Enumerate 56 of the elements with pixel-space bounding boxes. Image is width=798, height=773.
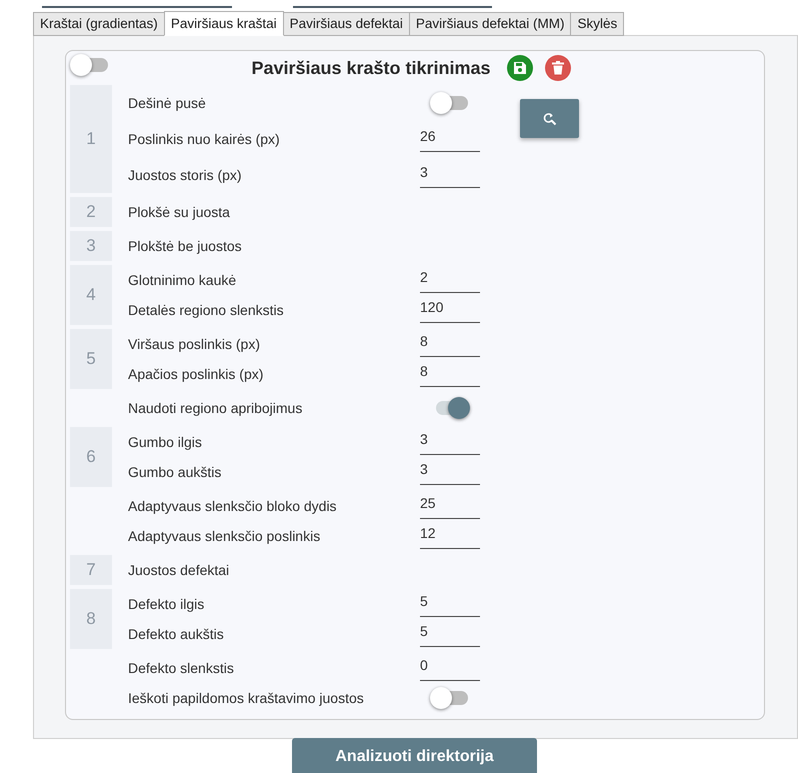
trash-icon xyxy=(552,61,564,75)
field-label: Plokštė be juostos xyxy=(128,236,243,256)
card-title: Paviršiaus krašto tikrinimas xyxy=(251,56,491,80)
search-refresh-icon xyxy=(542,112,556,126)
field-label: Adaptyvaus slenksčio bloko dydis xyxy=(128,496,338,516)
field-label: Defekto slenkstis xyxy=(128,658,235,678)
input-field[interactable]: 5 xyxy=(420,591,480,617)
toggle-switch[interactable] xyxy=(70,53,110,77)
analyze-directory-button[interactable]: Analizuoti direktorija xyxy=(292,738,537,773)
step-number: 4 xyxy=(70,265,112,325)
input-field[interactable]: 3 xyxy=(420,429,480,455)
toggle-switch[interactable] xyxy=(430,91,470,115)
step-number: 2 xyxy=(70,197,112,227)
tab[interactable]: Skylės xyxy=(570,12,624,36)
field-label: Glotninimo kaukė xyxy=(128,270,238,290)
toggle-switch[interactable] xyxy=(430,686,470,710)
field-label: Poslinkis nuo kairės (px) xyxy=(128,130,281,149)
field-label: Apačios poslinkis (px) xyxy=(128,364,264,384)
field-label: Dešinė pusė xyxy=(128,94,207,113)
input-field[interactable]: 2 xyxy=(420,267,480,293)
field-label: Plokšė su juosta xyxy=(128,202,231,222)
tab[interactable]: Paviršiaus defektai xyxy=(282,12,410,36)
field-label: Adaptyvaus slenksčio poslinkis xyxy=(128,526,322,546)
input-field[interactable]: 26 xyxy=(420,126,480,152)
input-field[interactable]: 8 xyxy=(420,361,480,387)
step-number: 7 xyxy=(70,555,112,585)
field-label: Defekto ilgis xyxy=(128,594,206,614)
step-number: 6 xyxy=(70,427,112,487)
field-label: Ieškoti papildomos kraštavimo juostos xyxy=(128,688,365,708)
input-field[interactable]: 25 xyxy=(420,493,480,519)
step-number: 8 xyxy=(70,589,112,649)
field-label: Viršaus poslinkis (px) xyxy=(128,334,262,354)
input-field[interactable]: 3 xyxy=(420,459,480,485)
step-number: 1 xyxy=(70,85,112,193)
field-label: Gumbo ilgis xyxy=(128,432,203,452)
delete-button[interactable] xyxy=(544,55,571,81)
tab[interactable]: Kraštai (gradientas) xyxy=(33,12,165,36)
input-field[interactable]: 3 xyxy=(420,162,480,188)
input-field[interactable]: 8 xyxy=(420,331,480,357)
tab[interactable]: Paviršiaus kraštai xyxy=(164,11,284,36)
field-label: Gumbo aukštis xyxy=(128,462,222,482)
field-label: Detalės regiono slenkstis xyxy=(128,300,285,320)
field-label: Defekto aukštis xyxy=(128,624,225,644)
input-field[interactable]: 5 xyxy=(420,621,480,647)
save-button[interactable] xyxy=(506,55,533,81)
field-label: Naudoti regiono apribojimus xyxy=(128,398,304,418)
field-label: Juostos defektai xyxy=(128,560,230,580)
tab[interactable]: Paviršiaus defektai (MM) xyxy=(408,12,572,36)
search-button[interactable] xyxy=(520,99,579,138)
input-field[interactable]: 120 xyxy=(420,297,480,323)
step-number: 5 xyxy=(70,329,112,389)
save-icon xyxy=(512,61,527,75)
field-label: Juostos storis (px) xyxy=(128,166,243,185)
step-number: 3 xyxy=(70,231,112,261)
input-field[interactable]: 12 xyxy=(420,523,480,549)
input-field[interactable]: 0 xyxy=(420,655,480,681)
